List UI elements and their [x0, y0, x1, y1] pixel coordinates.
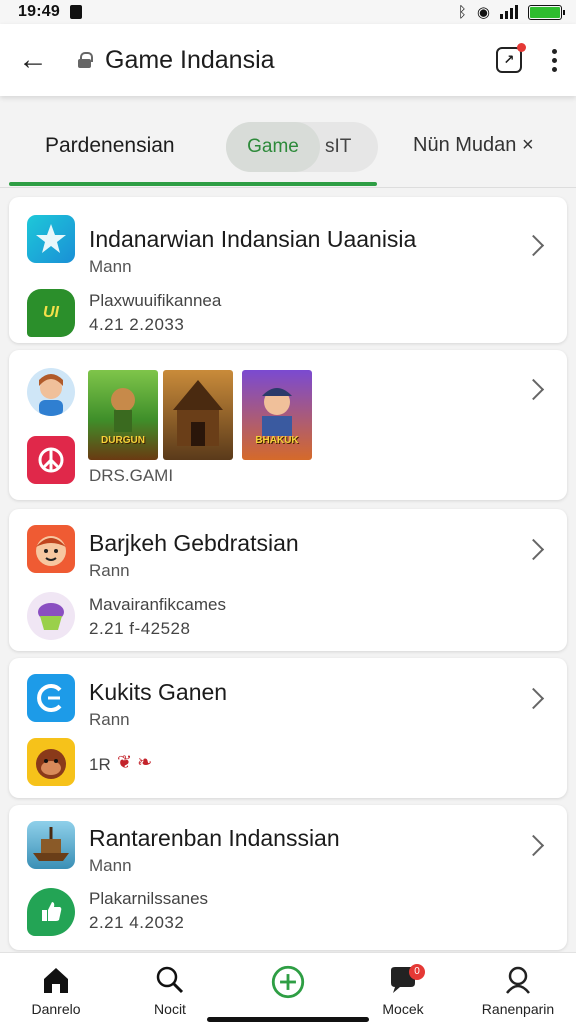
game-thumbnail[interactable]: BHAKUK [242, 370, 312, 460]
tab-game[interactable]: Game sIT [226, 122, 378, 172]
c-logo-icon [27, 674, 75, 722]
padlock-icon [78, 52, 93, 68]
item-title: Rantarenban Indanssian [89, 825, 340, 851]
profile-icon [506, 966, 530, 994]
item-number: 2.21 4.2032 [89, 913, 185, 932]
item-subtitle: Rann [89, 561, 130, 580]
list-item[interactable]: Indanarwian Indansian Uaanisia Mann UI P… [9, 197, 567, 343]
nav-profile[interactable]: Ranenparin [463, 953, 573, 1024]
home-icon [44, 968, 68, 993]
nav-label: Danrelo [31, 1001, 81, 1017]
tab-nun-mudan[interactable]: Nün Mudan × [413, 134, 534, 157]
nav-label: Ranenparin [481, 1001, 555, 1017]
item-number: 2.21 f-42528 [89, 619, 191, 638]
lock-icon [69, 5, 82, 19]
nav-add[interactable] [233, 953, 343, 1024]
page-title: Game Indansia [105, 45, 275, 74]
status-icons: ᛒ ◉ [457, 3, 565, 21]
item-title: Indanarwian Indansian Uaanisia [89, 226, 417, 252]
item-info: 1R [89, 755, 111, 774]
item-title: Kukits Ganen [89, 679, 228, 705]
ship-icon [27, 821, 75, 869]
cupcake-icon [27, 592, 75, 640]
chevron-right-icon[interactable] [522, 234, 545, 257]
nav-messages[interactable]: 0 Mocek [348, 953, 458, 1024]
game-thumbnail[interactable]: DURGUN [88, 370, 158, 460]
list-item[interactable]: Kukits Ganen Rann 1R ❦ ❧ [9, 658, 567, 798]
bluetooth-icon: ᛒ [457, 3, 467, 21]
data-saver-icon: ◉ [476, 4, 490, 21]
add-circle-icon [271, 965, 305, 999]
face-icon [27, 525, 75, 573]
notification-dot [517, 43, 526, 52]
bottom-navigation: Danrelo Nocit 0 Mocek Ranenparin [0, 952, 576, 1024]
avatar-icon [27, 368, 75, 416]
chevron-right-icon[interactable] [522, 538, 545, 561]
tabs-switcher-button[interactable]: ↗ [496, 43, 526, 73]
tab-pardenensian[interactable]: Pardenensian [45, 134, 175, 158]
like-bubble-icon [27, 888, 75, 936]
home-indicator[interactable] [207, 1017, 369, 1022]
list-item[interactable]: Barjkeh Gebdratsian Rann Mavairanfikcame… [9, 509, 567, 651]
chevron-right-icon[interactable] [522, 378, 545, 401]
battery-icon [528, 4, 565, 20]
chevron-right-icon[interactable] [522, 834, 545, 857]
star-icon [27, 215, 75, 263]
thumbnail-title: BHAKUK [255, 435, 299, 446]
status-time: 19:49 [18, 3, 60, 20]
nav-label: Nocit [154, 1001, 186, 1017]
item-subtitle: Rann [89, 710, 130, 729]
reaction-icons: ❦ ❧ [117, 752, 153, 772]
tab-bar: Pardenensian Game sIT Nün Mudan × [0, 96, 576, 188]
thumbnail-title: DURGUN [101, 435, 145, 446]
search-icon [156, 966, 184, 994]
item-subtitle: Mann [89, 257, 132, 276]
notification-badge: 0 [409, 964, 425, 980]
nav-search[interactable]: Nocit [115, 953, 225, 1024]
tab-game-selected-label[interactable]: Game [226, 122, 320, 172]
active-tab-indicator [9, 182, 377, 186]
chevron-right-icon[interactable] [522, 687, 545, 710]
monkey-icon [27, 738, 75, 786]
chat-bubble-icon: UI [27, 289, 75, 337]
more-options-icon[interactable] [552, 48, 558, 72]
app-bar: ← Game Indansia ↗ [0, 24, 576, 96]
back-arrow-icon[interactable]: ← [18, 45, 54, 75]
item-number: 4.21 2.2033 [89, 315, 185, 334]
item-info: Plakarnilssanes [89, 889, 209, 908]
list-item[interactable]: DURGUN BHAKUK DRS.GAMI [9, 350, 567, 500]
item-subtitle: Mann [89, 856, 132, 875]
status-bar: 19:49 ᛒ ◉ [0, 0, 576, 24]
item-caption: DRS.GAMI [89, 466, 174, 485]
game-thumbnail[interactable] [163, 370, 233, 460]
tab-game-rest-label: sIT [325, 136, 352, 157]
nav-home[interactable]: Danrelo [1, 953, 111, 1024]
item-title: Barjkeh Gebdratsian [89, 530, 299, 556]
signal-icon [500, 5, 518, 19]
nav-label: Mocek [382, 1001, 424, 1017]
item-info: Plaxwuuifikannea [89, 291, 222, 310]
peace-icon [27, 436, 75, 484]
item-info: Mavairanfikcames [89, 595, 226, 614]
list-item[interactable]: Rantarenban Indanssian Mann Plakarnilssa… [9, 805, 567, 950]
